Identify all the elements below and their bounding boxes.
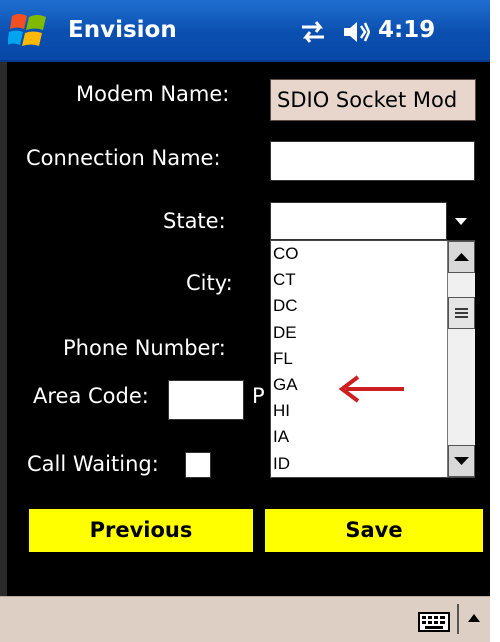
clock[interactable]: 4:19 — [378, 17, 435, 43]
right-edge-strip — [490, 0, 500, 642]
left-edge — [0, 62, 7, 596]
list-item[interactable]: IA — [271, 424, 447, 450]
scrollbar[interactable] — [447, 241, 475, 477]
state-label: State: — [163, 209, 226, 233]
scroll-up-icon — [454, 253, 469, 261]
list-item[interactable]: CT — [271, 267, 447, 293]
dropdown-arrow-icon[interactable] — [452, 210, 470, 230]
call-waiting-label: Call Waiting: — [27, 452, 159, 476]
scroll-down-icon — [454, 457, 469, 465]
connection-name-label: Connection Name: — [26, 146, 221, 170]
phone-partial-label: P — [252, 384, 265, 408]
call-waiting-checkbox[interactable] — [185, 452, 211, 478]
save-button[interactable]: Save — [265, 509, 483, 552]
state-dropdown-list[interactable]: CO CT DC DE FL GA HI IA ID — [270, 240, 475, 478]
input-menu-arrow-icon[interactable] — [466, 610, 482, 626]
connection-name-input[interactable] — [270, 141, 475, 181]
app-title: Envision — [68, 17, 177, 43]
scroll-up-button[interactable] — [448, 241, 475, 273]
previous-button[interactable]: Previous — [29, 509, 253, 552]
volume-icon[interactable] — [340, 18, 370, 46]
city-label: City: — [186, 271, 233, 295]
modem-name-field[interactable]: SDIO Socket Mod — [270, 79, 476, 121]
state-select[interactable] — [270, 202, 447, 240]
phone-number-label: Phone Number: — [63, 336, 226, 360]
annotation-arrow-icon — [338, 375, 404, 403]
list-item[interactable]: DE — [271, 320, 447, 346]
scroll-thumb[interactable] — [448, 297, 475, 329]
list-item[interactable]: FL — [271, 346, 447, 372]
sync-icon[interactable] — [298, 19, 328, 45]
grip-icon — [455, 308, 468, 318]
device-screen: Envision 4:19 Modem Name: SDIO Socket Mo… — [0, 0, 500, 642]
list-item[interactable]: ID — [271, 451, 447, 477]
keyboard-icon[interactable] — [418, 612, 450, 632]
divider — [457, 604, 459, 634]
modem-name-label: Modem Name: — [76, 82, 230, 106]
bottom-menu-bar — [0, 596, 490, 642]
title-bar: Envision 4:19 — [0, 0, 490, 62]
scroll-down-button[interactable] — [448, 445, 475, 477]
area-code-input[interactable] — [168, 380, 244, 420]
list-item[interactable]: DC — [271, 293, 447, 319]
windows-start-icon[interactable] — [8, 10, 52, 52]
list-item[interactable]: CO — [271, 241, 447, 267]
area-code-label: Area Code: — [33, 384, 149, 408]
state-items: CO CT DC DE FL GA HI IA ID — [271, 241, 447, 477]
